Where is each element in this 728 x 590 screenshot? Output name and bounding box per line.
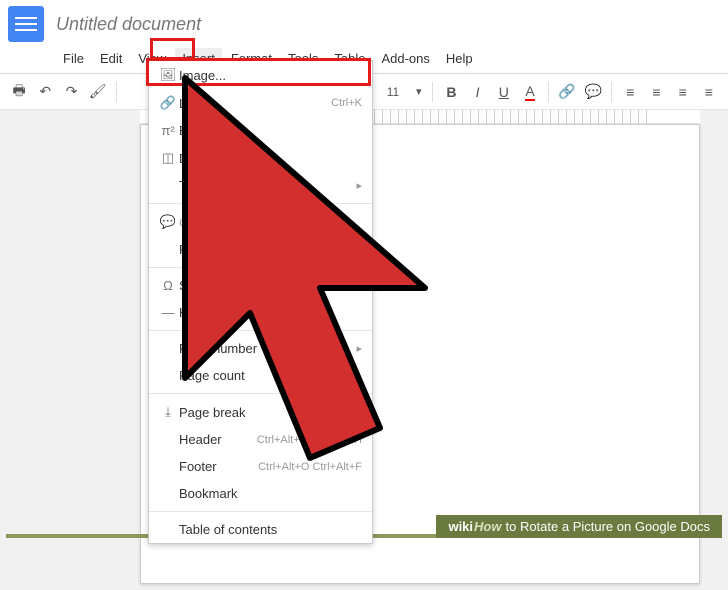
insert-menu-item-footer[interactable]: FooterCtrl+Alt+O Ctrl+Alt+F [149,453,372,480]
align-left-icon[interactable]: ≡ [619,79,641,105]
menu-separator [149,267,372,268]
insert-menu-item-comment: 💬Comment [149,208,372,236]
italic-button[interactable]: I [467,79,489,105]
bold-button[interactable]: B [440,79,462,105]
menu-edit[interactable]: Edit [93,48,129,69]
menu-file[interactable]: File [56,48,91,69]
align-center-icon[interactable]: ≡ [645,79,667,105]
menu-item-label: Equation... [179,123,362,138]
link-icon: 🔗 [157,95,179,111]
insert-menu-item-pagecount[interactable]: Page count [149,362,372,389]
menu-item-shortcut: Ctrl+Enter [312,406,362,418]
menu-item-label: Horizontal line [179,305,362,320]
insert-menu-item-drawing[interactable]: ◫Drawing... [149,144,372,172]
insert-menu-item-footnote[interactable]: Footnote [149,236,372,263]
insert-menu-item-header[interactable]: HeaderCtrl+Alt+O Ctrl+Alt+H [149,426,372,453]
image-icon: 🖼 [157,67,179,83]
document-title[interactable]: Untitled document [56,14,201,35]
menu-separator [149,203,372,204]
menu-separator [149,393,372,394]
insert-menu-item-specialcharacters[interactable]: ΩSpecial characters... [149,272,372,299]
insert-menu-item-bookmark[interactable]: Bookmark [149,480,372,507]
insert-comment-icon[interactable]: 💬 [582,79,604,105]
menu-item-label: Special characters... [179,278,362,293]
menu-item-label: Page break [179,405,312,420]
font-size-field[interactable]: 11 [378,83,408,101]
insert-dropdown: 🖼Image...🔗Link...Ctrl+Kπ²Equation...◫Dra… [148,60,373,544]
insert-menu-item-horizontalline[interactable]: —Horizontal line [149,299,372,326]
insert-menu-item-tableofcontents[interactable]: Table of contents [149,516,372,543]
menu-item-shortcut: ▸ [356,342,362,355]
pagebreak-icon: ⤓ [157,404,179,420]
menu-item-shortcut: Ctrl+Alt+O Ctrl+Alt+F [258,461,362,473]
menu-addons[interactable]: Add-ons [374,48,436,69]
docs-app-icon[interactable] [8,6,44,42]
insert-menu-item-equation[interactable]: π²Equation... [149,117,372,144]
equation-icon: π² [157,123,179,138]
menu-item-label: Page number [179,341,356,356]
align-right-icon[interactable]: ≡ [672,79,694,105]
insert-menu-item-image[interactable]: 🖼Image... [149,61,372,89]
print-icon[interactable]: 🖶 [8,79,30,105]
text-color-button[interactable]: A [519,79,541,105]
insert-menu-item-link[interactable]: 🔗Link...Ctrl+K [149,89,372,117]
menu-item-shortcut: Ctrl+Alt+O Ctrl+Alt+H [257,434,362,446]
menu-separator [149,511,372,512]
horizontalline-icon: — [157,305,179,320]
align-justify-icon[interactable]: ≡ [698,79,720,105]
menu-help[interactable]: Help [439,48,480,69]
menu-item-label: Comment [179,215,362,230]
redo-icon[interactable]: ↷ [60,79,82,105]
menu-separator [149,330,372,331]
undo-icon[interactable]: ↶ [34,79,56,105]
menu-item-label: Link... [179,96,331,111]
font-size-dropdown-icon[interactable]: ▾ [412,83,426,100]
menu-item-label: Table of contents [179,522,362,537]
caption-text: wikiHow to Rotate a Picture on Google Do… [436,515,722,538]
insert-menu-item-pagenumber[interactable]: Page number▸ [149,335,372,362]
menu-item-label: Footer [179,459,258,474]
menu-item-label: Page count [179,368,362,383]
insert-link-icon[interactable]: 🔗 [556,79,578,105]
menu-item-label: Table [179,178,356,193]
menu-item-shortcut: ▸ [356,179,362,192]
menu-item-shortcut: Ctrl+K [331,97,362,109]
insert-menu-item-table[interactable]: Table▸ [149,172,372,199]
underline-button[interactable]: U [493,79,515,105]
specialcharacters-icon: Ω [157,278,179,293]
menu-item-label: Header [179,432,257,447]
insert-menu-item-pagebreak[interactable]: ⤓Page breakCtrl+Enter [149,398,372,426]
menu-item-label: Footnote [179,242,362,257]
menu-item-label: Image... [179,68,362,83]
comment-icon: 💬 [157,214,179,230]
drawing-icon: ◫ [157,150,179,166]
menu-item-label: Bookmark [179,486,362,501]
menu-item-label: Drawing... [179,151,362,166]
paint-format-icon[interactable]: 🖌 [87,79,109,105]
